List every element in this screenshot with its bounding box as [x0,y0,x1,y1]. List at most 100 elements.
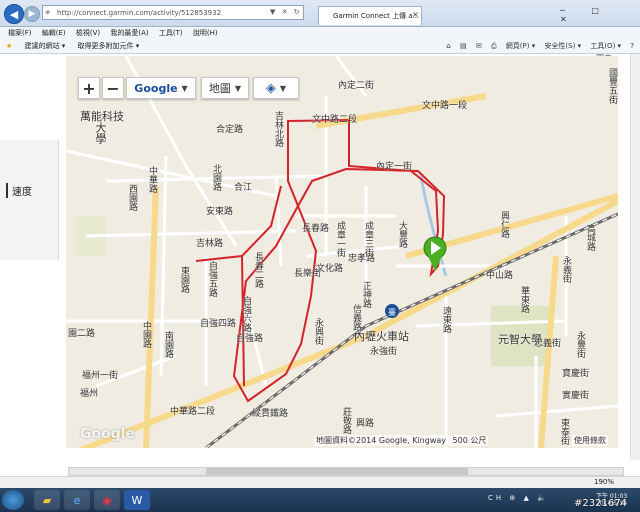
get-addons-link[interactable]: 取得更多附加元件 ▾ [78,42,140,50]
chevron-down-icon: ▼ [279,83,287,93]
map-label: 國豐五街 [607,68,617,104]
layers-select[interactable]: ◈ ▼ [253,77,299,99]
map-label: 永強街 [370,347,398,357]
zoom-in-button[interactable]: + [78,77,100,99]
map-label: 文中路二段 [312,115,358,125]
back-button[interactable]: ◀ [4,4,24,24]
zoom-out-button[interactable]: − [102,77,124,99]
map-label: 合定路 [216,125,244,135]
vertical-scrollbar[interactable] [630,54,640,460]
map-label: 自強五路 [207,261,217,297]
map[interactable]: 臺 萬能科技 大學 合定路 合江 北園路 安東路 吉林路 西園路 中華路 東園路 自強五路 自強四路中… [66,56,618,448]
map-label: 縱貫鐵路 [252,409,289,419]
map-label: 自強六路 [241,296,251,332]
address-bar[interactable]: http://connect.garmin.com/activity/51285… [42,5,304,20]
map-label: 成章一街 [335,221,345,257]
map-label: 西園路 [127,184,137,211]
map-label: 吉林路 [196,239,224,249]
zoom-level[interactable]: 190% [594,478,614,486]
command-bar: ⌂ ▤ ✉ ⎙ 網頁(P) ▾ 安全性(S) ▾ 工具(O) ▾ ? [439,39,634,53]
map-label: 內壢火車站 [354,330,409,343]
map-label: 大豐路 [397,221,407,248]
internet-explorer-icon[interactable]: e [64,490,90,510]
left-panel [0,140,59,260]
menu-view[interactable]: 檢視(V) [76,29,100,37]
page-menu[interactable]: 網頁(P) ▾ [506,42,535,50]
back-arrow-icon: ◀ [9,7,19,21]
map-label: 福州一街 [82,371,119,381]
map-label: 東泰街 [559,418,569,445]
map-label: 文中路一段 [422,101,468,111]
map-label: 福州 [80,389,99,399]
chrome-icon[interactable]: ◉ [94,490,120,510]
menu-file[interactable]: 檔案(F) [8,29,32,37]
map-label: 永豐街 [575,331,585,358]
map-label: 安東路 [206,207,234,217]
home-icon[interactable]: ⌂ [446,42,450,50]
menu-help[interactable]: 說明(H) [193,29,218,37]
map-label: 中山路 [486,271,514,281]
map-label: 長春二路 [253,252,263,288]
scrollbar-thumb[interactable] [206,468,468,475]
terms-link[interactable]: 使用條款 [572,435,608,446]
map-view-label: 地圖 [208,82,231,95]
map-label: 成章三街 [363,221,373,257]
chevron-down-icon: ▼ [234,83,242,93]
help-button[interactable]: ? [630,42,634,50]
forward-arrow-icon: ▶ [28,9,36,19]
layers-icon: ◈ [265,80,276,96]
train-glyph: 臺 [388,307,396,317]
image-stamp: #2321674 [574,498,627,509]
map-provider-select[interactable]: Google ▼ [126,77,196,99]
map-view-select[interactable]: 地圖 ▼ [201,77,249,99]
attribution-text: 地圖資料©2014 Google, Kingway [316,436,446,445]
map-label: 園二路 [68,329,96,339]
tab-close-icon[interactable]: × [412,10,419,19]
map-label: 實慶街 [562,391,590,401]
forward-button[interactable]: ▶ [24,6,40,22]
folder-icon[interactable]: ▰ [34,490,60,510]
safety-menu[interactable]: 安全性(S) ▾ [544,42,581,50]
map-label: 南園路 [163,331,173,358]
map-label: 合江 [234,183,253,193]
map-label: 高城路 [585,224,595,251]
menu-favorites[interactable]: 我的最愛(A) [110,29,148,37]
map-label: 寶慶街 [562,369,590,379]
map-label: 長春路 [302,224,330,234]
map-label: 吉林北路 [273,111,283,147]
google-watermark: Google [80,426,136,442]
start-button[interactable] [2,490,24,510]
tools-menu[interactable]: 工具(O) ▾ [590,42,621,50]
address-controls[interactable]: ▼ ✕ ↻ [270,8,302,16]
map-label: 內定一街 [376,162,413,172]
browser-tab[interactable]: Garmin Connect 上傳 a... [318,6,422,25]
map-provider-label: Google [134,81,178,95]
map-attribution: 地圖資料©2014 Google, Kingway 500 公尺 [314,435,489,446]
map-label: 忠義街 [534,339,562,349]
map-label: 內定二街 [338,81,375,91]
menu-edit[interactable]: 編輯(E) [42,29,66,37]
feeds-icon[interactable]: ▤ [460,42,467,50]
map-label: 信義路 [351,304,361,331]
chevron-down-icon: ▼ [181,83,188,93]
scale-label: 500 公尺 [452,436,487,445]
map-label: 永義街 [561,256,571,283]
map-label: 中華路 [147,166,157,193]
window-controls[interactable]: ─ □ ✕ [560,6,640,24]
word-icon[interactable]: W [124,490,150,510]
mail-icon[interactable]: ✉ [476,42,482,50]
map-label: 華東路 [519,286,529,313]
map-label: 永興街 [313,318,323,345]
map-label: 大學 [94,122,107,144]
suggested-sites-link[interactable]: 建議的網站 ▾ [25,42,66,50]
map-label: 文化路 [316,264,344,274]
system-tray[interactable]: CH ⊕ ▲ 🔈 [488,494,549,502]
map-label: 莊敬路 [341,407,351,434]
favorites-star-icon[interactable]: ★ [6,42,12,50]
print-icon[interactable]: ⎙ [491,42,497,50]
map-label: 遠東路 [441,306,451,333]
map-label: 東園路 [179,266,189,293]
map-label: 興仁路 [499,211,509,238]
menu-tools[interactable]: 工具(T) [159,29,183,37]
speed-tab[interactable]: 速度 [6,183,32,198]
